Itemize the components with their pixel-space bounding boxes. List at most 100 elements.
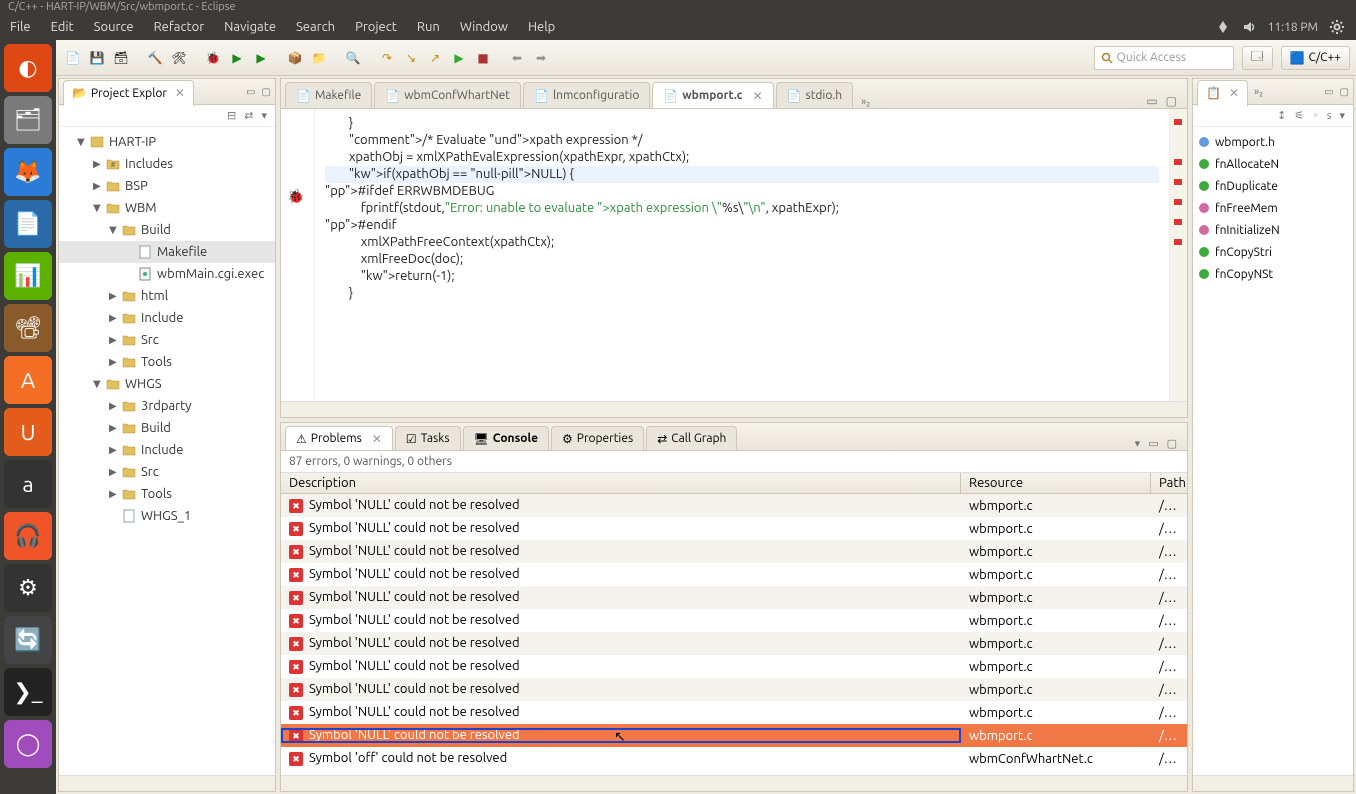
outline-tab[interactable]: 📋✕: [1197, 80, 1248, 106]
problem-row[interactable]: ✖Symbol 'NULL' could not be resolvedwbmp…: [281, 724, 1187, 747]
problems-columns[interactable]: Description Resource Path: [281, 472, 1187, 494]
problem-row[interactable]: ✖Symbol 'NULL' could not be resolvedwbmp…: [281, 678, 1187, 701]
project-explorer-tab[interactable]: 📂Project Explor ✕: [63, 80, 194, 106]
outline-item-fnallocaten[interactable]: fnAllocateN: [1193, 153, 1353, 175]
impress-icon[interactable]: 📽: [4, 304, 52, 352]
tree-item-include[interactable]: ▶Include: [59, 439, 275, 461]
editor-hscroll[interactable]: [281, 401, 1187, 417]
minimize-icon[interactable]: ▭: [1324, 86, 1333, 98]
problems-table[interactable]: Description Resource Path ✖Symbol 'NULL'…: [281, 472, 1187, 775]
newclass-icon[interactable]: 📦: [284, 47, 306, 69]
menu-navigate[interactable]: Navigate: [214, 20, 286, 34]
dash-icon[interactable]: ◐: [4, 44, 52, 92]
filter-icon[interactable]: ⚟: [1294, 109, 1304, 122]
minimize-icon[interactable]: ▭: [246, 86, 255, 98]
problem-row[interactable]: ✖Symbol 'off' could not be resolvedwbmCo…: [281, 747, 1187, 770]
tree-item-html[interactable]: ▶html: [59, 285, 275, 307]
quick-access-field[interactable]: Quick Access: [1094, 46, 1234, 70]
saveall-icon[interactable]: 🗃: [110, 47, 132, 69]
collapse-all-icon[interactable]: ⊟: [227, 109, 236, 122]
open-perspective-button[interactable]: 🗔: [1242, 46, 1273, 70]
outline-list[interactable]: wbmport.hfnAllocateNfnDuplicatefnFreeMem…: [1193, 127, 1353, 775]
editor-tab-lnmconfiguratio[interactable]: 📄lnmconfiguratio: [523, 82, 650, 108]
problem-row[interactable]: ✖Symbol 'NULL' could not be resolvedwbmp…: [281, 494, 1187, 517]
code-area[interactable]: } "comment">/* Evaluate "und">xpath expr…: [315, 109, 1169, 401]
tree-item-wbmmain-cgi-exec[interactable]: wbmMain.cgi.exec: [59, 263, 275, 285]
problem-row[interactable]: ✖Symbol 'NULL' could not be resolvedwbmp…: [281, 701, 1187, 724]
tree-item-includes[interactable]: ▶#Includes: [59, 153, 275, 175]
problems-tab-problems[interactable]: ⚠Problems✕: [285, 426, 393, 450]
menu-edit[interactable]: Edit: [41, 20, 84, 34]
run-icon[interactable]: ▶: [226, 47, 248, 69]
problems-hscroll[interactable]: [281, 775, 1187, 791]
tree-item-bsp[interactable]: ▶BSP: [59, 175, 275, 197]
maximize-icon[interactable]: ▢: [1167, 437, 1177, 450]
tree-item-src[interactable]: ▶Src: [59, 461, 275, 483]
outline-hscroll[interactable]: [1193, 775, 1353, 791]
menu-window[interactable]: Window: [450, 20, 518, 34]
terminal-icon[interactable]: ❯_: [4, 668, 52, 716]
menu-run[interactable]: Run: [407, 20, 450, 34]
step-return-icon[interactable]: ↗: [424, 47, 446, 69]
tree-item-tools[interactable]: ▶Tools: [59, 483, 275, 505]
updater-icon[interactable]: 🔄: [4, 616, 52, 664]
tree-item-whgs[interactable]: ▼WHGS: [59, 373, 275, 395]
step-over-icon[interactable]: ↷: [376, 47, 398, 69]
step-into-icon[interactable]: ↘: [400, 47, 422, 69]
view-menu-icon[interactable]: ▾: [1135, 437, 1141, 450]
problem-row[interactable]: ✖Symbol 'NULL' could not be resolvedwbmp…: [281, 609, 1187, 632]
tree-item-whgs_1[interactable]: WHGS_1: [59, 505, 275, 527]
calc-icon[interactable]: 📊: [4, 252, 52, 300]
search-icon[interactable]: 🔍: [342, 47, 364, 69]
minimize-icon[interactable]: ▭: [1146, 94, 1157, 108]
problem-row[interactable]: ✖Symbol 'NULL' could not be resolvedwbmp…: [281, 655, 1187, 678]
hide-static-icon[interactable]: s: [1327, 110, 1332, 122]
outline-item-fnfreemem[interactable]: fnFreeMem: [1193, 197, 1353, 219]
editor-tab-makefile[interactable]: 📄Makefile: [285, 82, 372, 108]
music-icon[interactable]: 🎧: [4, 512, 52, 560]
close-icon[interactable]: ✕: [175, 86, 185, 100]
problem-row[interactable]: ✖Symbol 'NULL' could not be resolvedwbmp…: [281, 517, 1187, 540]
tree-item-3rdparty[interactable]: ▶3rdparty: [59, 395, 275, 417]
problems-tab-console[interactable]: 🖥Console: [463, 426, 549, 450]
menu-refactor[interactable]: Refactor: [144, 20, 215, 34]
minimize-icon[interactable]: ▭: [1148, 437, 1158, 450]
tree-item-include[interactable]: ▶Include: [59, 307, 275, 329]
eclipse-icon[interactable]: ◯: [4, 720, 52, 768]
editor-tab-stdio-h[interactable]: 📄stdio.h: [776, 82, 854, 108]
view-menu-icon[interactable]: ▾: [1339, 109, 1345, 122]
tree-item-build[interactable]: ▼Build: [59, 219, 275, 241]
outline-item-fninitializen[interactable]: fnInitializeN: [1193, 219, 1353, 241]
menu-file[interactable]: File: [0, 20, 41, 34]
menu-source[interactable]: Source: [84, 20, 144, 34]
outline-item-fncopystri[interactable]: fnCopyStri: [1193, 241, 1353, 263]
problem-row[interactable]: ✖Symbol 'NULL' could not be resolvedwbmp…: [281, 632, 1187, 655]
ubuntu-one-icon[interactable]: U: [4, 408, 52, 456]
menu-help[interactable]: Help: [518, 20, 565, 34]
editor-overflow[interactable]: »₂: [861, 96, 870, 108]
buildcfg-icon[interactable]: 🛠: [168, 47, 190, 69]
perspective-cpp-button[interactable]: 🟦C/C++: [1281, 46, 1350, 70]
tree-item-tools[interactable]: ▶Tools: [59, 351, 275, 373]
link-editor-icon[interactable]: ⇄: [244, 109, 253, 122]
maximize-icon[interactable]: ▢: [262, 86, 271, 98]
editor-tab-wbmport-c[interactable]: 📄wbmport.c✕: [652, 82, 773, 108]
forward-icon[interactable]: ➡: [530, 47, 552, 69]
project-tree[interactable]: ▼HART-IP▶#Includes▶BSP▼WBM▼BuildMakefile…: [59, 127, 275, 775]
menu-project[interactable]: Project: [345, 20, 407, 34]
outline-item-wbmport.h[interactable]: wbmport.h: [1193, 131, 1353, 153]
settings-icon[interactable]: ⚙: [4, 564, 52, 612]
gear-icon[interactable]: [1330, 20, 1344, 34]
tree-item-hart-ip[interactable]: ▼HART-IP: [59, 131, 275, 153]
menu-search[interactable]: Search: [286, 20, 345, 34]
profile-icon[interactable]: ▶: [250, 47, 272, 69]
outline-item-fnduplicate[interactable]: fnDuplicate: [1193, 175, 1353, 197]
close-icon[interactable]: ✕: [1229, 86, 1239, 100]
editor-tab-wbmconfwhartnet[interactable]: 📄wbmConfWhartNet: [374, 82, 521, 108]
maximize-icon[interactable]: ▢: [1166, 94, 1177, 108]
editor-gutter[interactable]: 🐞: [281, 109, 315, 401]
tree-item-makefile[interactable]: Makefile: [59, 241, 275, 263]
problem-row[interactable]: ✖Symbol 'NULL' could not be resolvedwbmp…: [281, 586, 1187, 609]
maximize-icon[interactable]: ▢: [1340, 86, 1349, 98]
problems-tab-properties[interactable]: ⚙Properties: [551, 426, 644, 450]
